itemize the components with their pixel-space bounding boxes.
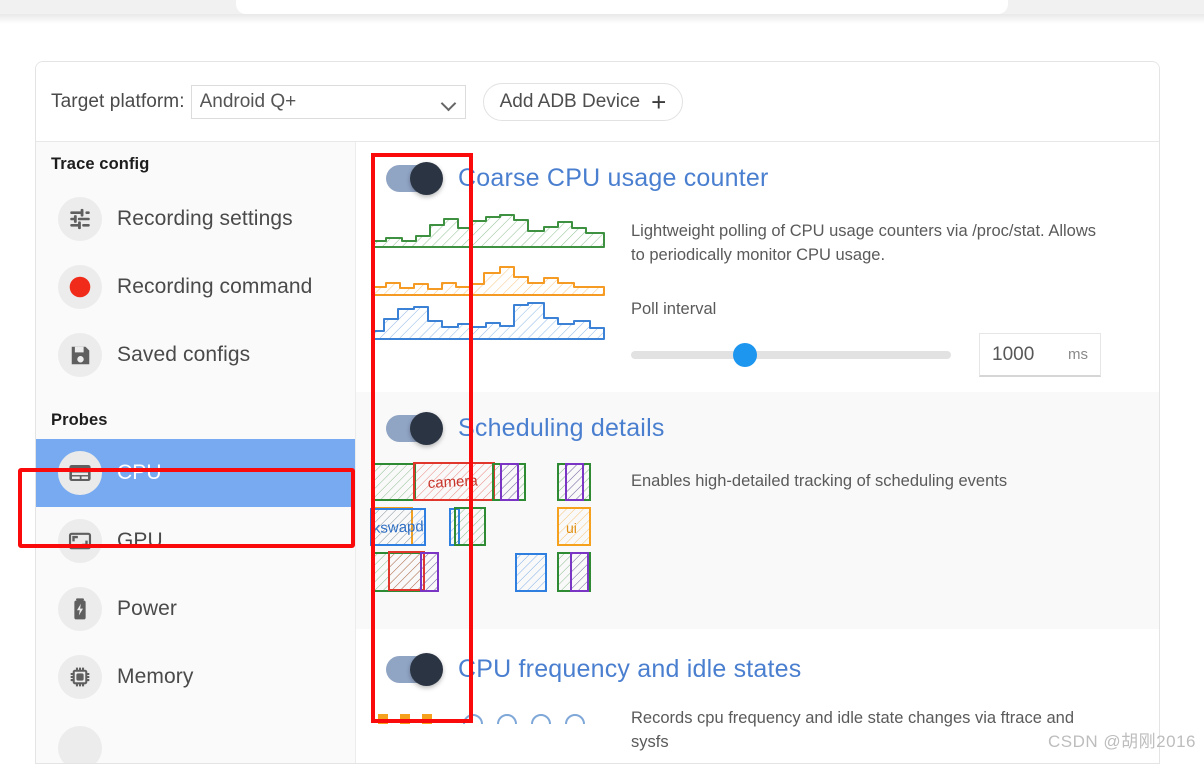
- sidebar-item-gpu[interactable]: GPU: [36, 507, 355, 575]
- poll-interval-label: Poll interval: [631, 300, 717, 318]
- app-root: Target platform: Android Q+Android PAndr…: [0, 0, 1204, 764]
- partial-next-probe-icon: [58, 726, 102, 763]
- sidebar-item-label: Recording command: [117, 275, 313, 298]
- poll-interval-slider[interactable]: [631, 343, 951, 367]
- battery-bolt-icon: [58, 587, 102, 631]
- sidebar-item-label: Power: [117, 597, 178, 620]
- page-top-card-edge: [236, 0, 1008, 14]
- section-body: Records cpu frequency and idle state cha…: [356, 684, 1159, 754]
- probe-section-cpu-frequency-and-idle-states: CPU frequency and idle states Records cp…: [356, 629, 1159, 754]
- toggle-cpu-frequency-and-idle-states[interactable]: [386, 653, 443, 686]
- section-title: CPU frequency and idle states: [458, 655, 802, 683]
- toggle-knob: [410, 653, 443, 686]
- sidebar-item-label: CPU: [117, 461, 162, 484]
- toggle-coarse-cpu-usage-counter[interactable]: [386, 162, 443, 195]
- floppy-disk-icon: [58, 333, 102, 377]
- record-sidebar: Trace config Recording settings Recordin…: [36, 142, 356, 763]
- section-header: Coarse CPU usage counter: [356, 162, 1159, 195]
- cpu-usage-sparklines: [356, 211, 631, 377]
- sidebar-item-label: GPU: [117, 529, 163, 552]
- probe-content: Coarse CPU usage counter Lightweight pol…: [356, 142, 1159, 763]
- record-header: Target platform: Android Q+Android PAndr…: [36, 62, 1159, 142]
- section-title: Scheduling details: [458, 414, 665, 442]
- plus-icon: +: [651, 86, 667, 117]
- cpu-card-icon: [58, 451, 102, 495]
- memory-chip-icon: [58, 655, 102, 699]
- sliders-icon: [58, 197, 102, 241]
- gpu-frame-icon: [58, 519, 102, 563]
- cpu-freq-dots-thumbnail: [356, 706, 631, 754]
- sidebar-item-label: Saved configs: [117, 343, 251, 366]
- sidebar-item-recording-settings[interactable]: Recording settings: [36, 185, 355, 253]
- slider-thumb[interactable]: [733, 343, 758, 367]
- platform-select-wrapper[interactable]: Android Q+Android PAndroid N+Chrome OSLi…: [188, 84, 466, 119]
- sidebar-item-label: Recording settings: [117, 207, 293, 230]
- toggle-scheduling-details[interactable]: [386, 412, 443, 445]
- add-adb-device-label: Add ADB Device: [499, 90, 641, 112]
- poll-interval-value[interactable]: 1000: [992, 344, 1068, 366]
- section-description: Lightweight polling of CPU usage counter…: [631, 222, 1096, 264]
- sidebar-item-power[interactable]: Power: [36, 575, 355, 643]
- sched-slice-label-ui: ui: [566, 520, 577, 536]
- sidebar-item-saved-configs[interactable]: Saved configs: [36, 321, 355, 389]
- sched-slice-label-camera: camera: [427, 472, 478, 492]
- section-header: CPU frequency and idle states: [356, 651, 1159, 686]
- sidebar-group-title-probes: Probes: [51, 411, 108, 429]
- record-body: Trace config Recording settings Recordin…: [36, 142, 1159, 763]
- toggle-knob: [410, 412, 443, 445]
- sched-slices-thumbnail: camera kswapd ui: [356, 461, 631, 601]
- section-description: Records cpu frequency and idle state cha…: [631, 709, 1075, 751]
- sidebar-item-memory[interactable]: Memory: [36, 643, 355, 711]
- section-header: Scheduling details: [356, 412, 1159, 445]
- target-platform-label: Target platform:: [51, 90, 185, 112]
- record-page-card: Target platform: Android Q+Android PAndr…: [35, 61, 1160, 764]
- sidebar-item-label: Memory: [117, 665, 194, 688]
- record-circle-icon: [58, 265, 102, 309]
- poll-interval-row: 1000 ms: [631, 333, 1114, 377]
- sidebar-item-cpu[interactable]: CPU: [36, 439, 355, 507]
- probe-section-scheduling-details: Scheduling details camera kswapd ui Enab…: [356, 392, 1159, 629]
- target-platform-select[interactable]: Android Q+Android PAndroid N+Chrome OSLi…: [190, 84, 466, 119]
- section-description-column: Enables high-detailed tracking of schedu…: [631, 461, 1159, 601]
- section-description: Enables high-detailed tracking of schedu…: [631, 472, 1008, 490]
- browser-top-strip: [0, 0, 1204, 14]
- sidebar-group-title-trace-config: Trace config: [51, 155, 150, 173]
- sidebar-item-partial-next[interactable]: [36, 711, 355, 763]
- poll-interval-unit: ms: [1068, 346, 1088, 363]
- add-adb-device-button[interactable]: Add ADB Device +: [482, 82, 684, 121]
- section-title: Coarse CPU usage counter: [458, 164, 769, 192]
- watermark: CSDN @胡刚2016: [1048, 732, 1196, 751]
- sidebar-item-recording-command[interactable]: Recording command: [36, 253, 355, 321]
- sched-slice-label-kswapd: kswapd: [373, 518, 424, 537]
- poll-interval-input-box[interactable]: 1000 ms: [979, 333, 1101, 377]
- probe-section-coarse-cpu-usage-counter: Coarse CPU usage counter Lightweight pol…: [356, 142, 1159, 392]
- top-shadow-gradient: [0, 14, 1204, 24]
- section-description-column: Lightweight polling of CPU usage counter…: [631, 211, 1159, 377]
- section-body: Lightweight polling of CPU usage counter…: [356, 193, 1159, 377]
- section-body: camera kswapd ui Enables high-detailed t…: [356, 443, 1159, 601]
- toggle-knob: [410, 162, 443, 195]
